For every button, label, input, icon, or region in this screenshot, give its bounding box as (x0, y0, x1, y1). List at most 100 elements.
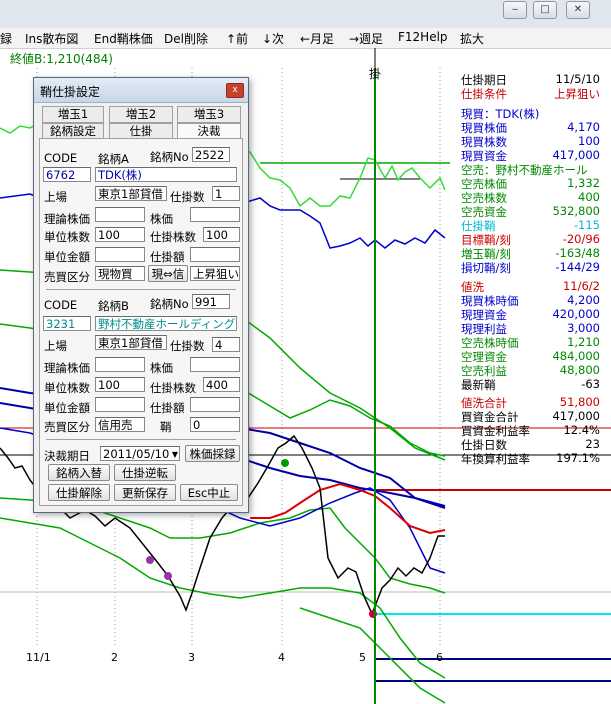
summary-value: -63 (581, 377, 600, 391)
chevron-down-icon[interactable]: ▼ (172, 447, 178, 460)
summary-value: 1,210 (567, 335, 600, 349)
shares-label-b: 仕掛数 (170, 339, 205, 353)
shares-b-field[interactable]: 4 (212, 337, 240, 352)
spread-field[interactable]: 0 (190, 417, 240, 432)
tab-add2[interactable]: 増玉2 (109, 106, 173, 123)
menu-item-prev[interactable]: ↑前 (226, 30, 248, 47)
unit-label-a: 単位株数 (44, 230, 90, 244)
menu-item-delete[interactable]: Del削除 (164, 30, 208, 47)
name-label-b: 銘柄B (98, 299, 129, 313)
tab-settle[interactable]: 決裁 (177, 123, 241, 139)
pos-amount-label-a: 仕掛額 (150, 250, 185, 264)
record-price-button[interactable]: 株価採録 (185, 445, 240, 462)
summary-label: 最新鞘 (461, 378, 496, 392)
name-a-field[interactable]: TDK(株) (95, 167, 237, 182)
esc-cancel-button[interactable]: Esc中止 (180, 484, 238, 501)
settings-panel: CODE 銘柄A 銘柄No 2522 6762 TDK(株) 上場 東京1部貸借… (39, 138, 243, 506)
maximize-button[interactable]: □ (533, 1, 557, 19)
unit-b-field[interactable]: 100 (95, 377, 145, 392)
trade-label-a: 売買区分 (44, 270, 90, 284)
trade-a-field[interactable]: 現物買 (95, 266, 145, 281)
unit-amount-b-field[interactable] (95, 397, 145, 412)
shares-label-a: 仕掛数 (170, 190, 205, 204)
price-b-field[interactable] (190, 357, 240, 372)
summary-value: 12.4% (563, 423, 600, 437)
summary-value: 4,170 (567, 120, 600, 134)
save-button[interactable]: 更新保存 (114, 484, 176, 501)
unit-amount-a-field[interactable] (95, 247, 145, 262)
condition-a-field[interactable]: 上昇狙い (190, 266, 240, 281)
summary-value: 11/6/2 (562, 279, 600, 293)
theory-a-field[interactable] (95, 207, 145, 222)
menu-item-weekly[interactable]: →週足 (349, 30, 383, 47)
spread-label: 鞘 (160, 420, 172, 434)
cancel-entry-button[interactable]: 仕掛解除 (48, 484, 110, 501)
market-b-field[interactable]: 東京1部貸借 (95, 335, 167, 350)
summary-value: 51,800 (559, 395, 600, 409)
pos-shares-b-field[interactable]: 400 (203, 377, 240, 392)
summary-value: 3,000 (567, 321, 600, 335)
menu-item-help[interactable]: F12Help (398, 30, 448, 44)
summary-value: -163/48 (555, 246, 600, 260)
theory-b-field[interactable] (95, 357, 145, 372)
exit-marker-2 (164, 572, 172, 580)
name-b-field[interactable]: 野村不動産ホールディング (95, 316, 237, 331)
name-label-a: 銘柄A (98, 152, 129, 166)
unit-a-field[interactable]: 100 (95, 227, 145, 242)
section-divider (46, 439, 236, 440)
tab-add3[interactable]: 増玉3 (177, 106, 241, 123)
menu-item-monthly[interactable]: ←月足 (300, 30, 334, 47)
x-tick: 3 (188, 651, 195, 664)
shares-a-field[interactable]: 1 (212, 186, 240, 201)
tab-add1[interactable]: 増玉1 (42, 106, 104, 123)
summary-value: 197.1% (556, 451, 600, 465)
band-extra-outer (299, 607, 446, 704)
unit-amount-label-a: 単位金額 (44, 250, 90, 264)
unit-amount-label-b: 単位金額 (44, 401, 90, 415)
menu-item-scatter[interactable]: Ins散布図 (25, 30, 78, 47)
market-label-a: 上場 (44, 190, 67, 204)
pos-shares-a-field[interactable]: 100 (203, 227, 240, 242)
summary-value: 484,000 (552, 349, 600, 363)
menu-bar: 録 Ins散布図 End鞘株価 Del削除 ↑前 ↓次 ←月足 →週足 F12H… (0, 28, 611, 49)
stock-no-a-field[interactable]: 2522 (192, 147, 230, 162)
summary-label: 仕掛条件 (461, 87, 507, 101)
settle-date-dropdown[interactable]: 2011/05/10 ▼ (100, 446, 180, 461)
close-window-button[interactable]: ✕ (566, 1, 590, 19)
summary-value: 532,800 (552, 204, 600, 218)
dialog-close-button[interactable]: x (226, 83, 244, 98)
menu-item-zoom[interactable]: 拡大 (460, 30, 484, 47)
x-tick: 5 (359, 651, 366, 664)
settle-date-label: 決裁期日 (44, 449, 90, 463)
market-label-b: 上場 (44, 339, 67, 353)
pos-amount-a-field[interactable] (190, 247, 240, 262)
minimize-button[interactable]: ‒ (503, 1, 527, 19)
pos-amount-label-b: 仕掛額 (150, 401, 185, 415)
price-a-field[interactable] (190, 207, 240, 222)
menu-item-spread-price[interactable]: End鞘株価 (94, 30, 153, 47)
menu-item-next[interactable]: ↓次 (262, 30, 284, 47)
settle-date-value: 2011/05/10 (103, 447, 170, 461)
summary-value: 11/5/10 (555, 72, 600, 86)
spread-average-line (250, 482, 446, 535)
summary-value: -20/96 (562, 232, 600, 246)
entry-marker (281, 459, 289, 467)
spread-entry-dialog: 鞘仕掛設定 x 増玉1 増玉2 増玉3 銘柄設定 仕掛 決裁 CODE 銘柄A … (33, 77, 249, 513)
swap-cash-margin-button[interactable]: 現⇔信 (148, 265, 188, 282)
menu-item-record[interactable]: 録 (0, 30, 12, 47)
summary-value: -115 (573, 218, 600, 232)
summary-value: 400 (578, 190, 600, 204)
reverse-entry-button[interactable]: 仕掛逆転 (114, 464, 176, 481)
swap-stocks-button[interactable]: 銘柄入替 (48, 464, 110, 481)
summary-value: 417,000 (552, 409, 600, 423)
trade-b-field[interactable]: 信用売 (95, 417, 145, 432)
code-a-field[interactable]: 6762 (43, 167, 91, 182)
stock-no-b-field[interactable]: 991 (192, 294, 230, 309)
summary-value: 420,000 (552, 307, 600, 321)
summary-value: 1,332 (567, 176, 600, 190)
dialog-title-bar[interactable]: 鞘仕掛設定 x (34, 78, 248, 103)
market-a-field[interactable]: 東京1部貸借 (95, 186, 167, 201)
pos-shares-label-b: 仕掛株数 (150, 381, 196, 395)
pos-amount-b-field[interactable] (190, 397, 240, 412)
code-b-field[interactable]: 3231 (43, 316, 91, 331)
